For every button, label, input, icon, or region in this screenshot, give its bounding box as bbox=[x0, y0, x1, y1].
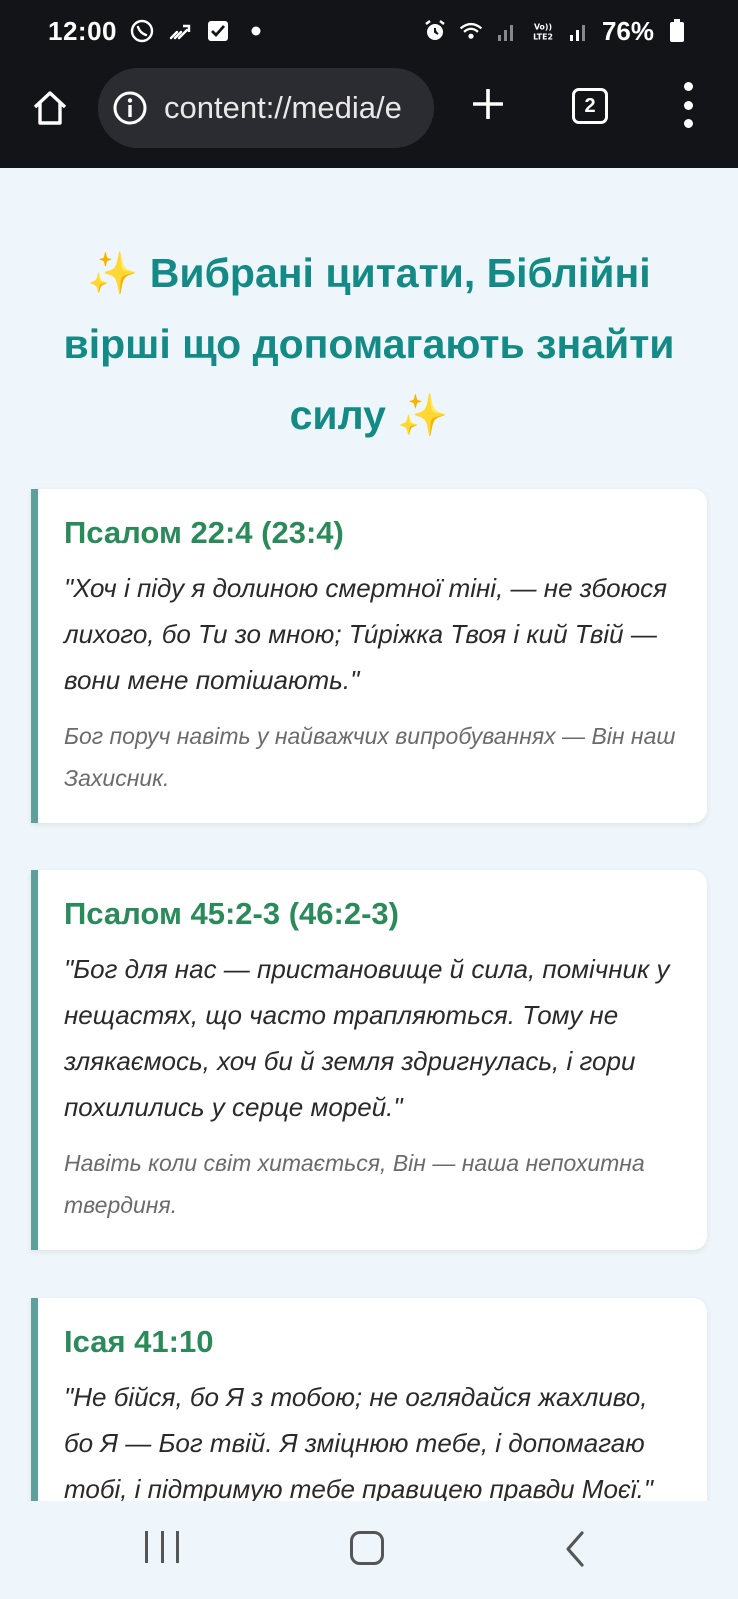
missed-call-icon bbox=[167, 18, 193, 44]
menu-dot bbox=[683, 82, 693, 91]
status-right: Vo)) LTE2 76% bbox=[422, 16, 690, 47]
status-left: 12:00 bbox=[48, 16, 269, 47]
screen: 12:00 Vo)) LTE2 76% content://media/e 2 … bbox=[0, 0, 738, 1599]
address-bar[interactable]: content://media/e bbox=[98, 68, 434, 148]
alarm-icon bbox=[422, 18, 448, 44]
tab-switcher-button[interactable]: 2 bbox=[572, 88, 608, 124]
verse-card: Ісая 41:10 "Не бійся, бо Я з тобою; не о… bbox=[31, 1298, 707, 1501]
more-menu-button[interactable] bbox=[676, 82, 700, 128]
checkbox-icon bbox=[205, 18, 231, 44]
volte-lte2-icon: Vo)) LTE2 bbox=[530, 18, 556, 44]
status-time: 12:00 bbox=[48, 15, 117, 46]
signal-icon bbox=[494, 18, 520, 44]
new-tab-button[interactable] bbox=[468, 84, 508, 124]
verse-note: Навіть коли світ хитається, Він — наша н… bbox=[64, 1150, 645, 1218]
dot-icon bbox=[243, 18, 269, 44]
recents-button[interactable] bbox=[145, 1531, 179, 1563]
verse-card: Псалом 45:2-3 (46:2-3) "Бог для нас — пр… bbox=[31, 870, 707, 1250]
battery-percentage: 76% bbox=[601, 15, 654, 46]
verse-quote: "Хоч і піду я долиною смертної тіні, — н… bbox=[64, 573, 668, 695]
verse-reference: Ісая 41:10 bbox=[64, 1324, 214, 1359]
navigation-bar bbox=[0, 1501, 738, 1599]
home-nav-button[interactable] bbox=[350, 1531, 384, 1565]
menu-dot bbox=[683, 119, 693, 128]
recents-icon bbox=[145, 1531, 148, 1563]
verse-note: Бог поруч навіть у найважчих випробуванн… bbox=[64, 723, 676, 791]
menu-dot bbox=[683, 100, 693, 110]
verse-quote: "Бог для нас — пристановище й сила, помі… bbox=[64, 954, 670, 1122]
back-button[interactable] bbox=[560, 1529, 590, 1569]
plus-icon bbox=[473, 89, 503, 119]
battery-icon bbox=[664, 18, 690, 44]
url-text[interactable]: content://media/e bbox=[164, 90, 426, 126]
svg-text:LTE2: LTE2 bbox=[533, 33, 553, 42]
verse-reference: Псалом 45:2-3 (46:2-3) bbox=[64, 896, 399, 931]
recents-icon bbox=[160, 1531, 164, 1563]
home-button[interactable] bbox=[28, 86, 72, 130]
page-content: ✨ Вибрані цитати, Біблійні вірші що допо… bbox=[0, 168, 738, 1501]
browser-toolbar: content://media/e 2 bbox=[0, 62, 738, 168]
viber-icon bbox=[129, 18, 155, 44]
signal-icon bbox=[566, 18, 592, 44]
page-title: ✨ Вибрані цитати, Біблійні вірші що допо… bbox=[63, 250, 675, 438]
wifi-icon bbox=[458, 18, 484, 44]
svg-text:Vo)): Vo)) bbox=[534, 22, 552, 31]
status-bar: 12:00 Vo)) LTE2 76% bbox=[0, 0, 738, 62]
info-icon[interactable] bbox=[112, 90, 148, 126]
back-icon bbox=[566, 1531, 584, 1567]
verse-card: Псалом 22:4 (23:4) "Хоч і піду я долиною… bbox=[31, 489, 707, 823]
verse-quote: "Не бійся, бо Я з тобою; не оглядайся жа… bbox=[64, 1382, 654, 1501]
home-icon bbox=[33, 91, 67, 125]
verse-reference: Псалом 22:4 (23:4) bbox=[64, 515, 344, 550]
recents-icon bbox=[176, 1531, 179, 1563]
